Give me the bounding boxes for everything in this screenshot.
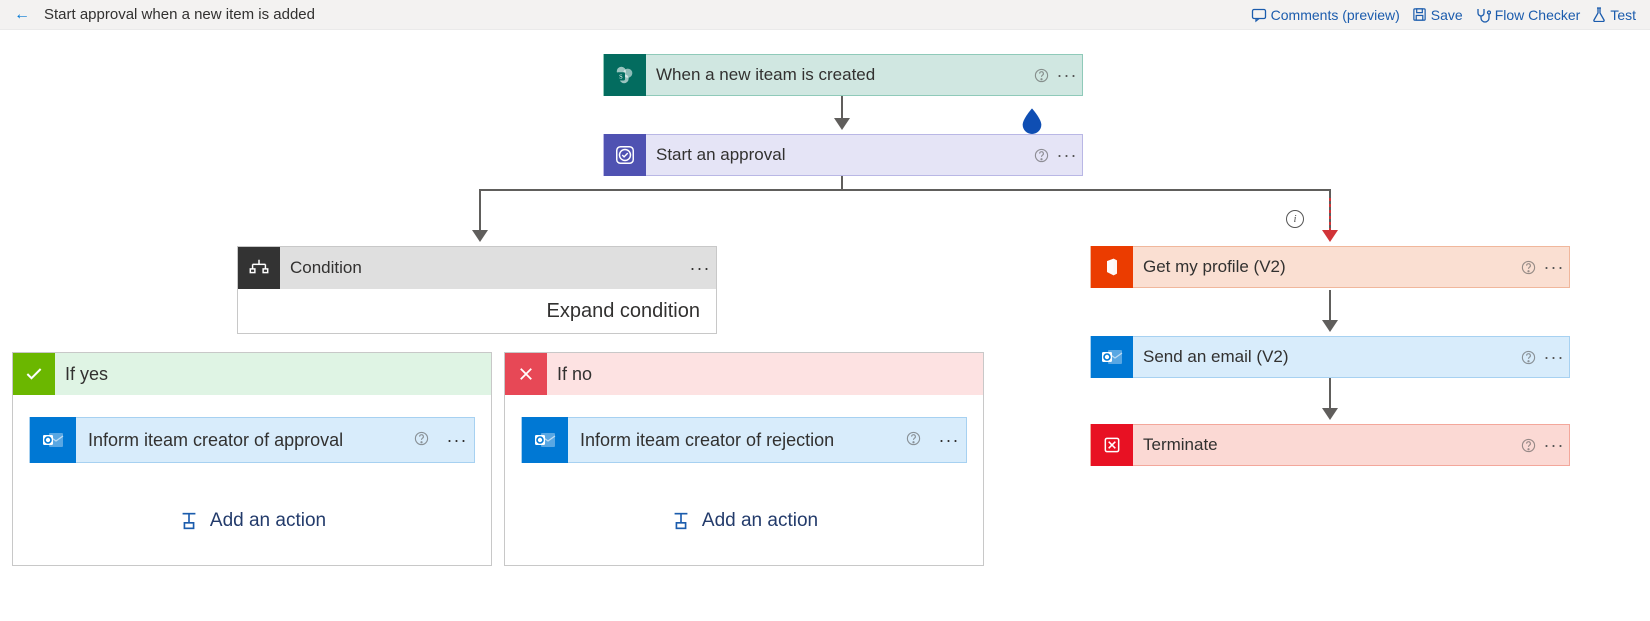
svg-text:S: S (619, 74, 623, 81)
condition-icon (238, 247, 280, 289)
email-card[interactable]: Send an email (V2) ··· (1090, 336, 1570, 378)
terminate-icon (1091, 424, 1133, 466)
outlook-icon (30, 417, 76, 463)
trigger-label: When a new iteam is created (646, 65, 1030, 85)
card-menu[interactable]: ··· (1539, 435, 1569, 456)
if-yes-label: If yes (55, 364, 108, 385)
x-icon (505, 353, 547, 395)
info-badge[interactable]: i (1286, 210, 1304, 228)
if-yes-container: If yes Inform iteam creator of approval … (12, 352, 492, 566)
if-no-container: If no Inform iteam creator of rejection … (504, 352, 984, 566)
condition-label: Condition (280, 258, 684, 278)
expand-condition[interactable]: Expand condition (238, 289, 716, 333)
sharepoint-icon: S (604, 54, 646, 96)
terminate-card[interactable]: Terminate ··· (1090, 424, 1570, 466)
help-icon[interactable] (1517, 260, 1539, 275)
new-step-droplet[interactable] (1018, 106, 1046, 134)
card-menu[interactable]: ··· (932, 430, 966, 451)
approval-label: Start an approval (646, 145, 1030, 165)
add-action-yes[interactable]: Add an action (29, 489, 475, 553)
email-label: Send an email (V2) (1133, 347, 1517, 367)
card-menu[interactable]: ··· (440, 430, 474, 451)
profile-label: Get my profile (V2) (1133, 257, 1517, 277)
add-action-icon (670, 510, 692, 532)
approval-card[interactable]: Start an approval ··· (603, 134, 1083, 176)
flow-canvas: i S When a new iteam is created ··· Star… (0, 30, 1650, 621)
card-menu[interactable]: ··· (1539, 347, 1569, 368)
help-icon[interactable] (1030, 148, 1052, 163)
comment-icon (1251, 7, 1267, 23)
stethoscope-icon (1475, 7, 1491, 23)
outlook-icon (1091, 336, 1133, 378)
back-button[interactable]: ← (14, 6, 30, 24)
trigger-card[interactable]: S When a new iteam is created ··· (603, 54, 1083, 96)
outlook-icon (522, 417, 568, 463)
if-yes-header: If yes (13, 353, 491, 395)
save-icon (1412, 7, 1427, 22)
card-menu[interactable]: ··· (684, 258, 716, 279)
terminate-label: Terminate (1133, 435, 1517, 455)
help-icon[interactable] (1030, 68, 1052, 83)
help-icon[interactable] (1517, 350, 1539, 365)
flask-icon (1592, 7, 1606, 22)
no-action-card[interactable]: Inform iteam creator of rejection ··· (521, 417, 967, 463)
approval-icon (604, 134, 646, 176)
flow-title: Start approval when a new item is added (44, 6, 315, 23)
check-icon (13, 353, 55, 395)
flow-checker-button[interactable]: Flow Checker (1475, 7, 1581, 23)
card-menu[interactable]: ··· (1052, 145, 1082, 166)
profile-card[interactable]: Get my profile (V2) ··· (1090, 246, 1570, 288)
top-bar: ← Start approval when a new item is adde… (0, 0, 1650, 30)
card-menu[interactable]: ··· (1539, 257, 1569, 278)
office-icon (1091, 246, 1133, 288)
card-menu[interactable]: ··· (1052, 65, 1082, 86)
yes-action-label: Inform iteam creator of approval (76, 430, 414, 451)
if-no-header: If no (505, 353, 983, 395)
add-action-no[interactable]: Add an action (521, 489, 967, 553)
comments-button[interactable]: Comments (preview) (1251, 7, 1400, 23)
help-icon[interactable] (414, 431, 440, 450)
add-action-icon (178, 510, 200, 532)
test-button[interactable]: Test (1592, 7, 1636, 23)
yes-action-card[interactable]: Inform iteam creator of approval ··· (29, 417, 475, 463)
condition-card[interactable]: Condition ··· Expand condition (237, 246, 717, 334)
save-button[interactable]: Save (1412, 7, 1463, 23)
if-no-label: If no (547, 364, 592, 385)
help-icon[interactable] (906, 431, 932, 450)
help-icon[interactable] (1517, 438, 1539, 453)
no-action-label: Inform iteam creator of rejection (568, 430, 906, 451)
